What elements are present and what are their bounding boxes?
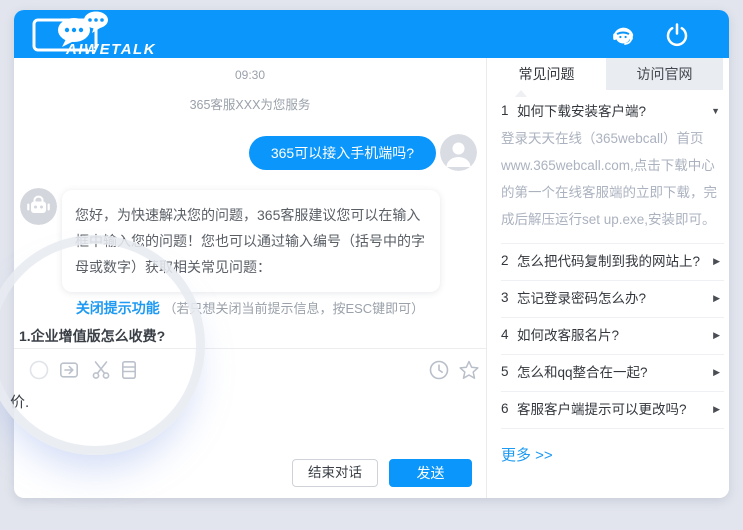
- svg-text:AIWETALK: AIWETALK: [65, 41, 156, 58]
- lens-partial-text: 价.: [10, 391, 29, 412]
- faq-item-1[interactable]: 1 如何下载安装客户端? ▼: [501, 94, 724, 123]
- more-link[interactable]: 更多 >>: [501, 444, 553, 465]
- user-avatar: [440, 134, 477, 171]
- customer-service-icon[interactable]: [608, 20, 638, 50]
- faq-number: 3: [501, 290, 517, 305]
- favorite-star-icon[interactable]: [458, 359, 480, 381]
- emoji-icon[interactable]: [28, 359, 50, 381]
- faq-number: 6: [501, 401, 517, 416]
- suggested-question[interactable]: 1.企业增值版怎么收费?: [19, 326, 165, 346]
- agent-message-bubble: 您好，为快速解决您的问题，365客服建议您可以在输入框中输入您的问题！您也可以通…: [62, 190, 440, 292]
- faq-list: 1 如何下载安装客户端? ▼ 登录天天在线（365webcall）首页www.3…: [501, 94, 724, 465]
- faq-number: 2: [501, 253, 517, 268]
- caret-right-icon: ▶: [709, 364, 722, 378]
- service-greeting: 365客服XXX为您服务: [14, 94, 486, 113]
- title-bar: AIWETALK: [14, 10, 729, 58]
- history-clock-icon[interactable]: [428, 359, 450, 381]
- tab-official-site[interactable]: 访问官网: [606, 58, 723, 90]
- faq-number: 1: [501, 103, 517, 118]
- hint-note: （若只想关闭当前提示信息，按ESC键即可）: [163, 301, 424, 316]
- caret-right-icon: ▶: [709, 327, 722, 341]
- caret-right-icon: ▶: [709, 401, 722, 415]
- hint-row: 关闭提示功能 （若只想关闭当前提示信息，按ESC键即可）: [14, 298, 486, 318]
- faq-item-5[interactable]: 5 怎么和qq整合在一起? ▶: [501, 355, 724, 392]
- faq-question: 如何改客服名片?: [517, 327, 709, 345]
- faq-question: 如何下载安装客户端?: [517, 103, 707, 121]
- end-chat-button[interactable]: 结束对话: [292, 459, 378, 487]
- user-message-bubble: 365可以接入手机端吗?: [249, 136, 436, 170]
- faq-number: 4: [501, 327, 517, 342]
- faq-item-2[interactable]: 2 怎么把代码复制到我的网站上? ▶: [501, 244, 724, 281]
- send-button[interactable]: 发送: [389, 459, 472, 487]
- document-icon[interactable]: [118, 359, 140, 381]
- faq-answer-1: 登录天天在线（365webcall）首页www.365webcall.com,点…: [501, 123, 724, 244]
- file-send-icon[interactable]: [58, 359, 80, 381]
- power-icon[interactable]: [662, 20, 692, 50]
- message-timestamp: 09:30: [14, 68, 486, 82]
- caret-down-icon: ▼: [707, 103, 722, 116]
- faq-question: 怎么把代码复制到我的网站上?: [517, 253, 709, 271]
- faq-question: 怎么和qq整合在一起?: [517, 364, 709, 382]
- caret-right-icon: ▶: [709, 253, 722, 267]
- input-area-divider: [14, 348, 486, 349]
- faq-item-4[interactable]: 4 如何改客服名片? ▶: [501, 318, 724, 355]
- bot-avatar: [20, 188, 57, 225]
- caret-right-icon: ▶: [709, 290, 722, 304]
- faq-sidebar: 常见问题 访问官网 1 如何下载安装客户端? ▼ 登录天天在线（365webca…: [486, 58, 729, 498]
- close-hint-link[interactable]: 关闭提示功能: [76, 300, 160, 316]
- tab-faq[interactable]: 常见问题: [487, 58, 606, 90]
- faq-question: 忘记登录密码怎么办?: [517, 290, 709, 308]
- app-logo: AIWETALK: [30, 11, 195, 58]
- faq-question: 客服客户端提示可以更改吗?: [517, 401, 709, 419]
- faq-item-6[interactable]: 6 客服客户端提示可以更改吗? ▶: [501, 392, 724, 429]
- faq-number: 5: [501, 364, 517, 379]
- faq-item-3[interactable]: 3 忘记登录密码怎么办? ▶: [501, 281, 724, 318]
- scissors-icon[interactable]: [90, 359, 112, 381]
- chat-window: AIWETALK 09:30 365客服XXX为您服务 365可以接入手: [14, 10, 729, 498]
